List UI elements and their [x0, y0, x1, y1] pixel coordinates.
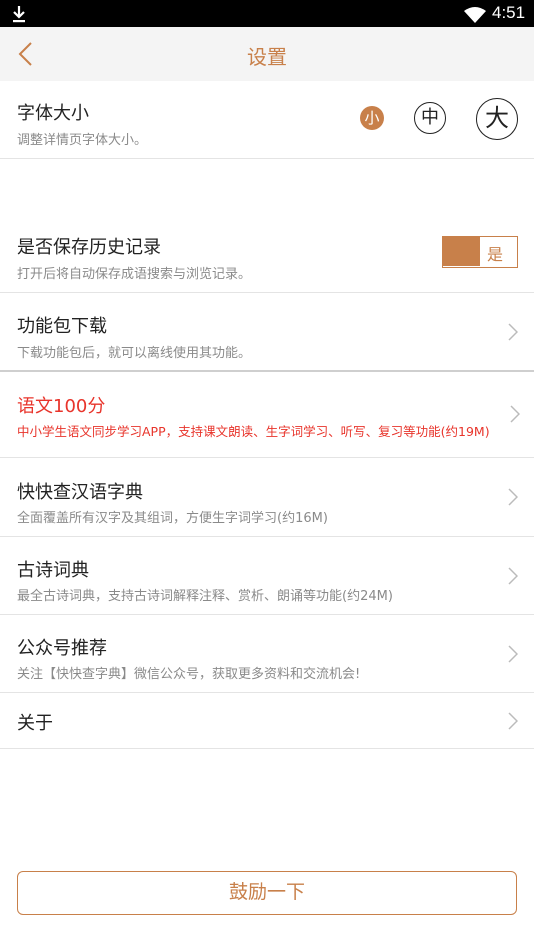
package-item[interactable]: 语文100分 中小学生语文同步学习APP，支持课文朗读、生字词学习、听写、复习等… — [0, 372, 534, 457]
wifi-icon — [464, 7, 486, 23]
package-item-desc: 全面覆盖所有汉字及其组词，方便生字词学习(约16M) — [17, 511, 328, 526]
package-item-title: 快快查汉语字典 — [17, 482, 143, 503]
chevron-right-icon — [508, 645, 518, 663]
font-size-small-button[interactable]: 小 — [360, 106, 384, 130]
history-title: 是否保存历史记录 — [17, 237, 161, 258]
font-size-medium-button[interactable]: 中 — [414, 102, 446, 134]
package-item-desc: 中小学生语文同步学习APP，支持课文朗读、生字词学习、听写、复习等功能(约19M… — [17, 424, 490, 439]
font-size-row: 字体大小 调整详情页字体大小。 — [0, 81, 534, 158]
packages-desc: 下载功能包后，就可以离线使用其功能。 — [17, 346, 252, 361]
font-size-title: 字体大小 — [17, 103, 89, 124]
chevron-right-icon — [510, 405, 520, 423]
package-item[interactable]: 古诗词典 最全古诗词典，支持古诗词解释注释、赏析、朗诵等功能(约24M) — [0, 537, 534, 614]
packages-title: 功能包下载 — [17, 316, 107, 337]
package-item-desc: 关注【快快查字典】微信公众号，获取更多资料和交流机会! — [17, 667, 361, 682]
encourage-button[interactable]: 鼓励一下 — [17, 871, 517, 915]
package-item-desc: 最全古诗词典，支持古诗词解释注释、赏析、朗诵等功能(约24M) — [17, 589, 393, 604]
title-bar: 设置 — [0, 27, 534, 81]
package-item[interactable]: 公众号推荐 关注【快快查字典】微信公众号，获取更多资料和交流机会! — [0, 615, 534, 692]
toggle-label: 是 — [487, 245, 504, 264]
chevron-right-icon — [508, 567, 518, 585]
chevron-right-icon — [508, 323, 518, 341]
about-row[interactable]: 关于 — [0, 693, 534, 748]
package-item-title: 公众号推荐 — [17, 638, 107, 659]
download-icon — [13, 6, 25, 23]
chevron-right-icon — [508, 712, 518, 730]
font-size-large-button[interactable]: 大 — [476, 98, 518, 140]
divider — [0, 158, 534, 159]
history-toggle[interactable]: 是 — [442, 236, 518, 268]
package-item-title: 语文100分 — [17, 396, 106, 417]
history-desc: 打开后将自动保存成语搜索与浏览记录。 — [17, 267, 252, 282]
page-title: 设置 — [247, 45, 287, 69]
package-item-title: 古诗词典 — [17, 560, 89, 581]
about-title: 关于 — [17, 713, 53, 734]
divider — [0, 748, 534, 749]
packages-row[interactable]: 功能包下载 下载功能包后，就可以离线使用其功能。 — [0, 293, 534, 370]
toggle-knob — [443, 237, 480, 266]
status-bar: 4:51 — [0, 0, 534, 27]
chevron-right-icon — [508, 488, 518, 506]
package-item[interactable]: 快快查汉语字典 全面覆盖所有汉字及其组词，方便生字词学习(约16M) — [0, 458, 534, 536]
font-size-desc: 调整详情页字体大小。 — [17, 133, 148, 148]
clock: 4:51 — [492, 3, 526, 22]
